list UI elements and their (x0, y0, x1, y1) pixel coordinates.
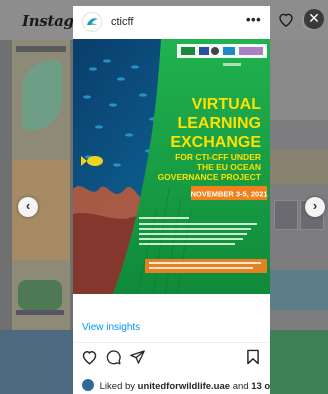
comment-icon[interactable] (105, 349, 122, 370)
poster-subtitle-line3: GOVERNANCE PROJECT (158, 172, 262, 182)
poster-title-line2: LEARNING (177, 115, 261, 132)
avatar[interactable] (82, 12, 102, 32)
post-image[interactable]: VIRTUAL LEARNING EXCHANGE FOR CTI-CFF UN… (73, 39, 270, 294)
likes-conjunction: and (232, 381, 249, 392)
divider (73, 342, 270, 343)
close-icon[interactable]: ✕ (304, 9, 324, 29)
post-actions (73, 349, 270, 371)
post-modal: cticff ••• VIRTUAL LEARNING EXCHANGE FOR… (73, 6, 270, 394)
view-insights-link[interactable]: View insights (82, 322, 140, 333)
likes-prefix: Liked by (99, 381, 136, 392)
likes-summary: Liked by unitedforwildlife.uae and 13 ot… (82, 379, 270, 392)
chevron-left-icon[interactable]: ‹ (18, 197, 38, 217)
heart-icon (278, 12, 294, 32)
poster-dates: NOVEMBER 3-5, 2021 (190, 190, 267, 199)
poster-title-line1: VIRTUAL (192, 96, 262, 113)
post-header: cticff ••• (73, 6, 270, 38)
poster-title-line3: EXCHANGE (170, 134, 261, 151)
background-post-left (12, 40, 70, 330)
chevron-right-icon[interactable]: › (305, 197, 325, 217)
bookmark-icon[interactable] (246, 349, 260, 370)
poster-subtitle-line1: FOR CTI-CFF UNDER (175, 152, 261, 162)
poster-subtitle-line2: THE EU OCEAN (197, 162, 261, 172)
background-post-right-top (270, 40, 328, 120)
heart-icon[interactable] (81, 349, 98, 370)
likes-others-count[interactable]: 13 others (251, 381, 270, 392)
more-options-icon[interactable]: ••• (246, 12, 261, 27)
post-username[interactable]: cticff (111, 16, 133, 28)
share-icon[interactable] (129, 349, 146, 370)
background-post-right (270, 120, 328, 330)
avatar[interactable] (82, 379, 94, 391)
liker-username[interactable]: unitedforwildlife.uae (138, 381, 230, 392)
